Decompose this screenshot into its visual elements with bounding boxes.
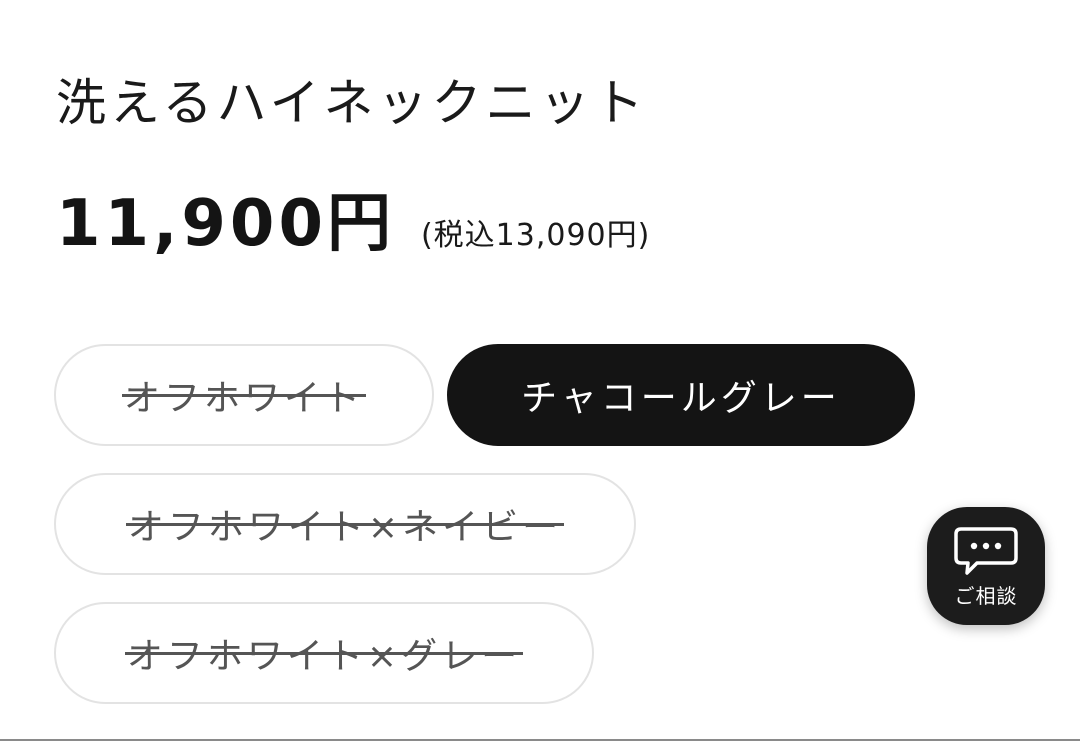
price: 11,900円 — [56, 187, 395, 261]
price-row: 11,900円 (税込13,090円) — [56, 186, 650, 262]
variant-label: オフホワイト×ネイビー — [128, 498, 562, 550]
variant-offwhite-gray-button[interactable]: オフホワイト×グレー — [54, 602, 594, 704]
product-page: 洗えるハイネックニット 11,900円 (税込13,090円) オフホワイト チ… — [0, 0, 1080, 741]
chat-label: ご相談 — [954, 583, 1018, 608]
chat-consult-button[interactable]: ご相談 — [927, 507, 1045, 625]
variant-label: チャコールグレー — [521, 378, 841, 419]
product-title: 洗えるハイネックニット — [56, 74, 648, 132]
variant-label: オフホワイト — [124, 369, 364, 421]
variant-offwhite-navy-button[interactable]: オフホワイト×ネイビー — [54, 473, 636, 575]
price-tax-included: (税込13,090円) — [420, 218, 651, 253]
chat-bubble-icon — [954, 526, 1018, 575]
variant-offwhite-button[interactable]: オフホワイト — [54, 344, 434, 446]
variant-charcoal-gray-button[interactable]: チャコールグレー — [447, 344, 915, 446]
variant-label: オフホワイト×グレー — [127, 627, 521, 679]
